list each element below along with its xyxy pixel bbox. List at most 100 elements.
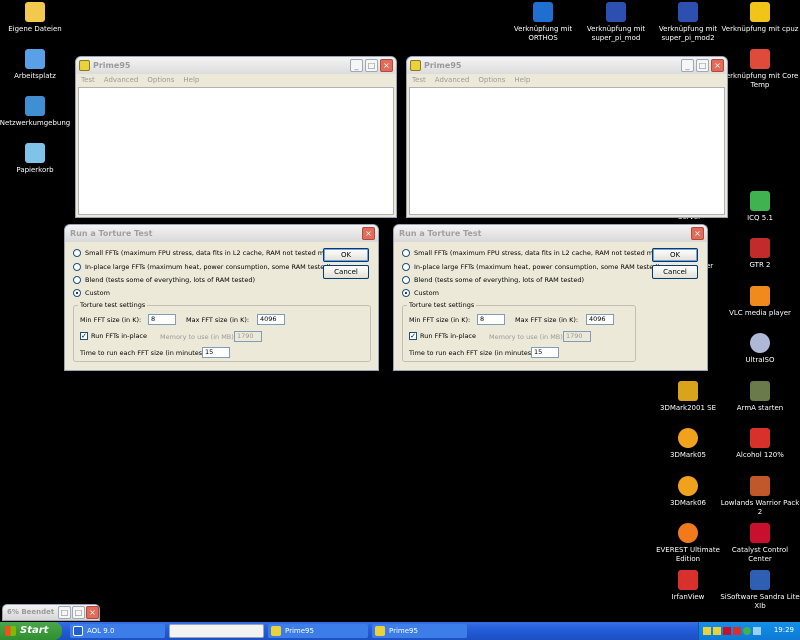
minimize-button[interactable]: _: [350, 59, 363, 72]
memory-input[interactable]: 1790: [563, 331, 591, 342]
option-custom[interactable]: Custom: [402, 289, 439, 297]
radio-icon[interactable]: [402, 263, 410, 271]
title-bar[interactable]: Prime95 _ □ ×: [76, 57, 396, 74]
desktop-icon-label: 3DMark05: [669, 451, 706, 459]
desktop-icon-ultraiso[interactable]: UltraISO: [720, 333, 800, 365]
desktop-icon-3dmark05[interactable]: 3DMark05: [648, 428, 728, 460]
radio-icon[interactable]: [402, 249, 410, 257]
cancel-button[interactable]: Cancel: [323, 265, 369, 279]
desktop-icon-vlc[interactable]: VLC media player: [720, 286, 800, 318]
radio-icon[interactable]: [73, 276, 81, 284]
desktop-icon-everest[interactable]: EVEREST Ultimate Edition: [648, 523, 728, 564]
taskbar-item-prime95-1[interactable]: Prime95: [268, 624, 368, 638]
close-button[interactable]: ×: [362, 227, 375, 240]
desktop-icon-alcohol[interactable]: Alcohol 120%: [720, 428, 800, 460]
menu-help[interactable]: Help: [514, 74, 530, 86]
minimized-window[interactable]: 6% Beendet □ □ ×: [2, 604, 100, 621]
close-button[interactable]: ×: [380, 59, 393, 72]
desktop-icon-3dmark2001[interactable]: 3DMark2001 SE: [648, 381, 728, 413]
minimize-button[interactable]: _: [681, 59, 694, 72]
desktop-icon-sandra[interactable]: SiSoftware Sandra Lite XIb: [720, 570, 800, 611]
taskbar-item-aol[interactable]: AOL 9.0: [70, 624, 165, 638]
radio-icon[interactable]: [73, 249, 81, 257]
checkbox-checked-icon[interactable]: ✓: [80, 332, 88, 340]
desktop-icon-core-temp[interactable]: Verknüpfung mit Core Temp: [720, 49, 800, 90]
desktop-icon-icq[interactable]: ICQ 5.1: [720, 191, 800, 223]
option-small-ffts[interactable]: Small FFTs (maximum FPU stress, data fit…: [402, 249, 667, 257]
desktop-icon-label-1: Verknüpfung mit: [513, 25, 573, 33]
ok-button[interactable]: OK: [323, 248, 369, 262]
torture-test-dialog-1[interactable]: Run a Torture Test × Small FFTs (maximum…: [64, 224, 379, 371]
desktop-icon-label: 3DMark06: [669, 499, 706, 507]
desktop-icon-arma[interactable]: ArmA starten: [720, 381, 800, 413]
max-fft-input[interactable]: 4096: [257, 314, 285, 325]
maximize-button[interactable]: □: [365, 59, 378, 72]
desktop-icon-netzwerkumgebung[interactable]: Netzwerkumgebung: [0, 96, 75, 128]
min-fft-input[interactable]: 8: [148, 314, 176, 325]
taskbar-item-prime95-2[interactable]: Prime95: [372, 624, 467, 638]
menu-test[interactable]: Test: [81, 74, 95, 86]
close-button[interactable]: ×: [711, 59, 724, 72]
desktop-icon-catalyst[interactable]: Catalyst Control Center: [720, 523, 800, 564]
maximize-button[interactable]: □: [696, 59, 709, 72]
desktop-icon-gtr2[interactable]: GTR 2: [720, 238, 800, 270]
desktop-icon-papierkorb[interactable]: Papierkorb: [0, 143, 75, 175]
desktop-icon-lowlands-warrior[interactable]: Lowlands Warrior Pack 2: [720, 476, 800, 517]
menu-advanced[interactable]: Advanced: [435, 74, 470, 86]
option-blend[interactable]: Blend (tests some of everything, lots of…: [402, 276, 584, 284]
option-small-ffts[interactable]: Small FFTs (maximum FPU stress, data fit…: [73, 249, 338, 257]
desktop-icon-irfanview[interactable]: IrfanView: [648, 570, 728, 602]
desktop-icon-3dmark06[interactable]: 3DMark06: [648, 476, 728, 508]
ok-button[interactable]: OK: [652, 248, 698, 262]
title-bar[interactable]: Run a Torture Test ×: [394, 225, 707, 242]
prime95-tray-icon[interactable]: [703, 627, 711, 635]
cancel-button[interactable]: Cancel: [652, 265, 698, 279]
time-input[interactable]: 15: [202, 347, 230, 358]
option-blend[interactable]: Blend (tests some of everything, lots of…: [73, 276, 255, 284]
desktop-icon-super-pi-mod2[interactable]: Verknüpfung mit super_pi_mod2: [648, 2, 728, 43]
radio-selected-icon[interactable]: [402, 289, 410, 297]
desktop-icon-super-pi-mod[interactable]: Verknüpfung mit super_pi_mod: [576, 2, 656, 43]
ati-tray-icon[interactable]: [723, 627, 731, 635]
taskbar-item-blank[interactable]: [169, 624, 264, 638]
close-button[interactable]: ×: [86, 606, 99, 619]
radio-icon[interactable]: [73, 263, 81, 271]
max-fft-input[interactable]: 4096: [586, 314, 614, 325]
menu-test[interactable]: Test: [412, 74, 426, 86]
option-custom[interactable]: Custom: [73, 289, 110, 297]
run-inplace-checkbox[interactable]: ✓ Run FFTs in-place: [409, 332, 476, 340]
memory-input[interactable]: 1790: [234, 331, 262, 342]
menu-help[interactable]: Help: [183, 74, 199, 86]
tray-icon[interactable]: [733, 627, 741, 635]
torture-test-dialog-2[interactable]: Run a Torture Test × Small FFTs (maximum…: [393, 224, 708, 371]
title-bar[interactable]: Run a Torture Test ×: [65, 225, 378, 242]
irfanview-icon: [678, 570, 698, 590]
desktop-icon-eigene-dateien[interactable]: Eigene Dateien: [0, 2, 75, 34]
run-inplace-checkbox[interactable]: ✓ Run FFTs in-place: [80, 332, 147, 340]
desktop-icon-arbeitsplatz[interactable]: Arbeitsplatz: [0, 49, 75, 81]
checkbox-checked-icon[interactable]: ✓: [409, 332, 417, 340]
desktop-icon-orthos[interactable]: Verknüpfung mit ORTHOS: [503, 2, 583, 43]
radio-selected-icon[interactable]: [73, 289, 81, 297]
menu-advanced[interactable]: Advanced: [104, 74, 139, 86]
radio-icon[interactable]: [402, 276, 410, 284]
title-bar[interactable]: Prime95 _ □ ×: [407, 57, 727, 74]
option-inplace-large-ffts[interactable]: In-place large FFTs (maximum heat, power…: [402, 263, 660, 271]
desktop-icon-cpuz[interactable]: Verknüpfung mit cpuz: [720, 2, 800, 34]
prime95-tray-icon[interactable]: [713, 627, 721, 635]
prime95-window-2[interactable]: Prime95 _ □ × Test Advanced Options Help: [406, 56, 728, 218]
maximize-button[interactable]: □: [72, 606, 85, 619]
menu-options[interactable]: Options: [478, 74, 505, 86]
core-temp-icon: [750, 49, 770, 69]
prime95-window-1[interactable]: Prime95 _ □ × Test Advanced Options Help: [75, 56, 397, 218]
option-inplace-large-ffts[interactable]: In-place large FFTs (maximum heat, power…: [73, 263, 331, 271]
min-fft-input[interactable]: 8: [477, 314, 505, 325]
icq-tray-icon[interactable]: [743, 627, 751, 635]
restore-button[interactable]: □: [58, 606, 71, 619]
start-button[interactable]: Start: [0, 622, 62, 640]
desktop-icon-label-1: Verknüpfung mit: [586, 25, 646, 33]
network-tray-icon[interactable]: [753, 627, 761, 635]
menu-options[interactable]: Options: [147, 74, 174, 86]
time-input[interactable]: 15: [531, 347, 559, 358]
close-button[interactable]: ×: [691, 227, 704, 240]
